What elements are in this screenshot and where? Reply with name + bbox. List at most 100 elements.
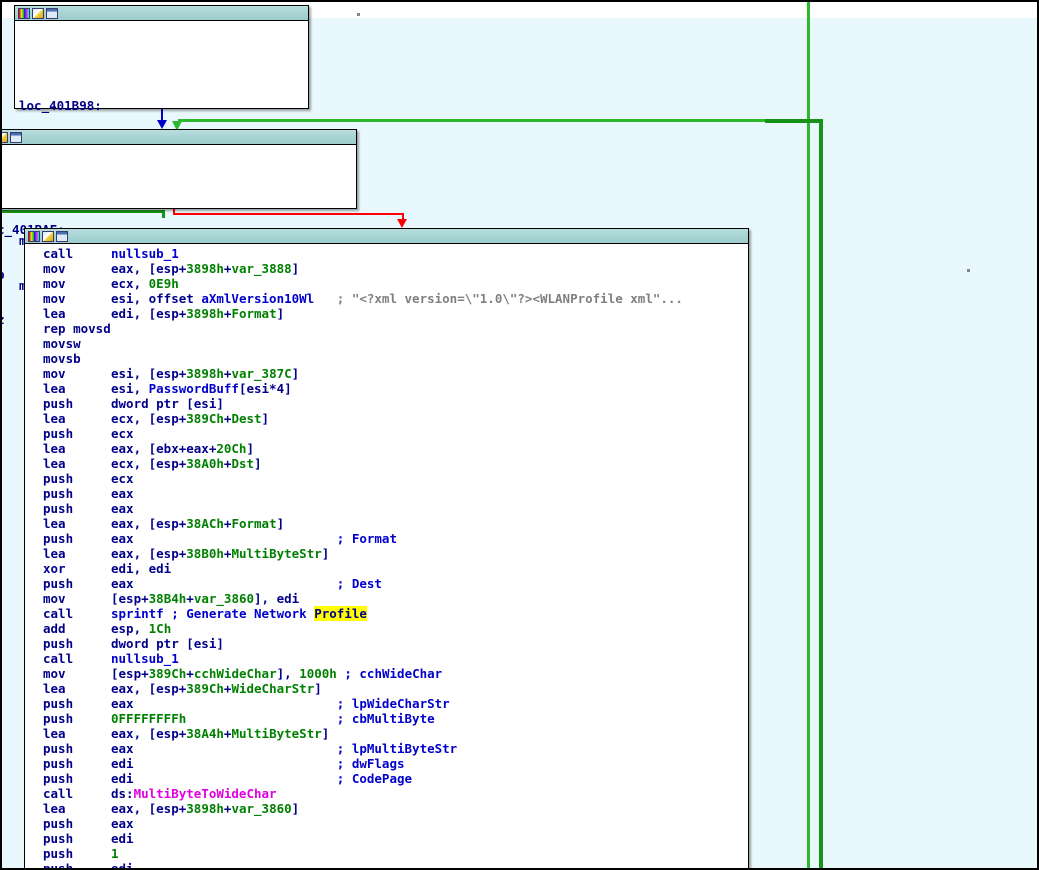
code-line[interactable]: lea eax, [esp+38ACh+Format] (43, 516, 748, 531)
code-line[interactable]: mov eax, [esp+3898h+var_3888] (43, 261, 748, 276)
code-comment: ; cchWideChar (344, 666, 443, 681)
code-line[interactable]: lea eax, [esp+38A4h+MultiByteStr] (43, 726, 748, 741)
mnemonic: push (43, 831, 74, 846)
code-line[interactable]: push edi ; dwFlags (43, 756, 748, 771)
mnemonic: push (43, 816, 74, 831)
edge-green-horizontal-to-inner (765, 119, 823, 123)
code-comment: ; lpMultiByteStr (336, 741, 458, 756)
operands: ecx (111, 426, 134, 441)
block-title-bar[interactable] (25, 229, 748, 244)
mnemonic: push (43, 771, 74, 786)
operands: ecx, [esp+38A0h+Dst] (111, 456, 262, 471)
code-line[interactable]: lea eax, [esp+38B0h+MultiByteStr] (43, 546, 748, 561)
code-line[interactable]: push eax ; lpMultiByteStr (43, 741, 748, 756)
pencil-icon[interactable] (2, 131, 8, 143)
code-line[interactable]: call ds:MultiByteToWideChar (43, 786, 748, 801)
code-line[interactable]: xor edi, edi (43, 561, 748, 576)
operands: eax, [ebx+eax+20Ch] (111, 441, 254, 456)
block-title-bar[interactable] (2, 130, 356, 145)
mnemonic: xor (43, 561, 66, 576)
operands: edi (111, 771, 134, 786)
basic-block-main[interactable]: call nullsub_1 mov eax, [esp+3898h+var_3888… (24, 228, 749, 870)
code-line[interactable]: movsb (43, 351, 748, 366)
code-comment: ; CodePage (336, 771, 413, 786)
operands: nullsub_1 (111, 246, 179, 261)
code-line[interactable]: lea eax, [ebx+eax+20Ch] (43, 441, 748, 456)
operands: eax (111, 576, 134, 591)
block-title-bar[interactable] (15, 6, 308, 21)
code-line[interactable]: push eax (43, 816, 748, 831)
mnemonic: lea (43, 306, 66, 321)
code-line[interactable]: push edi (43, 861, 748, 870)
code-line[interactable]: push ecx (43, 471, 748, 486)
api-name[interactable]: MultiByteToWideChar (134, 786, 277, 801)
canvas-dot (967, 269, 970, 272)
code-line[interactable]: mov esi, offset aXmlVersion10Wl ; "<?xml … (43, 291, 748, 306)
code-line[interactable]: lea eax, [esp+389Ch+WideCharStr] (43, 681, 748, 696)
mnemonic: push (43, 471, 74, 486)
operands: esi, [esp+3898h+var_387C] (111, 366, 300, 381)
mnemonic: lea (43, 546, 66, 561)
code-line[interactable]: movsw (43, 336, 748, 351)
code-line[interactable]: add esp, 1Ch (43, 621, 748, 636)
code-line[interactable]: push eax (43, 486, 748, 501)
operands: edi, edi (111, 561, 172, 576)
mnemonic: push (43, 576, 74, 591)
code-line[interactable]: lea eax, [esp+3898h+var_3860] (43, 801, 748, 816)
code-line[interactable]: loc_401B98: (19, 98, 308, 113)
operands: esi, offset aXmlVersion10Wl (111, 291, 315, 306)
window-icon[interactable] (46, 7, 58, 19)
mnemonic: push (43, 711, 74, 726)
palette-icon[interactable] (18, 7, 30, 19)
palette-icon[interactable] (28, 230, 40, 242)
code-line[interactable]: push dword ptr [esi] (43, 396, 748, 411)
highlighted-token[interactable]: Profile (314, 606, 367, 621)
code-line[interactable]: mov [esp+389Ch+cchWideChar], 1000h ; cchW… (43, 666, 748, 681)
code-comment: ; Format (336, 531, 397, 546)
code-line[interactable]: rep movsd (43, 321, 748, 336)
code-line[interactable]: push eax ; Format (43, 531, 748, 546)
basic-block-loc-401B98[interactable]: loc_401B98: mov[esp+3898h+var_387C], edi… (14, 5, 309, 293)
code-line[interactable]: lea edi, [esp+3898h+Format] (43, 306, 748, 321)
code-line[interactable]: push eax ; Dest (43, 576, 748, 591)
code-line[interactable]: mov [esp+38B4h+var_3860], edi (43, 591, 748, 606)
operands: edi (111, 861, 134, 870)
window-icon[interactable] (56, 230, 68, 242)
code-line[interactable]: push 1 (43, 846, 748, 861)
code-line[interactable]: mov esi, [esp+3898h+var_387C] (43, 366, 748, 381)
code-line[interactable]: push ecx (43, 426, 748, 441)
pencil-icon[interactable] (42, 230, 54, 242)
code-line[interactable]: push eax ; lpWideCharStr (43, 696, 748, 711)
mnemonic: mov (43, 276, 66, 291)
mnemonic: push (43, 861, 74, 870)
edge-green-vertical-outer (807, 2, 810, 868)
operands: eax (111, 741, 134, 756)
operands: ds:MultiByteToWideChar (111, 786, 277, 801)
ida-graph-canvas[interactable]: loc_401B98: mov[esp+3898h+var_387C], edi… (0, 0, 1039, 870)
code-line[interactable]: mov ecx, 0E9h (43, 276, 748, 291)
operands: dword ptr [esi] (111, 396, 224, 411)
mnemonic: push (43, 426, 74, 441)
mnemonic: push (43, 501, 74, 516)
window-icon[interactable] (10, 131, 22, 143)
mnemonic: push (43, 696, 74, 711)
code-line[interactable]: push dword ptr [esi] (43, 636, 748, 651)
code-line[interactable]: call nullsub_1 (43, 246, 748, 261)
code-line[interactable]: push 0FFFFFFFFh ; cbMultiByte (43, 711, 748, 726)
code-line[interactable]: call sprintf ; Generate Network Profile (43, 606, 748, 621)
operands: eax (111, 816, 134, 831)
basic-block-loc-401BAF[interactable]: c_401BAF: pdword ptr [esp+3898h+var_3878… (2, 129, 357, 327)
code-line[interactable]: push edi (43, 831, 748, 846)
code-line[interactable]: lea esi, PasswordBuff[esi*4] (43, 381, 748, 396)
code-line[interactable]: push edi ; CodePage (43, 771, 748, 786)
code-line[interactable]: lea ecx, [esp+38A0h+Dst] (43, 456, 748, 471)
block-code[interactable]: call nullsub_1 mov eax, [esp+3898h+var_3888… (25, 244, 748, 870)
code-comment: ; dwFlags (336, 756, 405, 771)
code-line[interactable]: push eax (43, 501, 748, 516)
mnemonic: mov (43, 366, 66, 381)
mnemonic: lea (43, 381, 66, 396)
pencil-icon[interactable] (32, 7, 44, 19)
mnemonic: push (43, 531, 74, 546)
code-line[interactable]: call nullsub_1 (43, 651, 748, 666)
code-line[interactable]: lea ecx, [esp+389Ch+Dest] (43, 411, 748, 426)
